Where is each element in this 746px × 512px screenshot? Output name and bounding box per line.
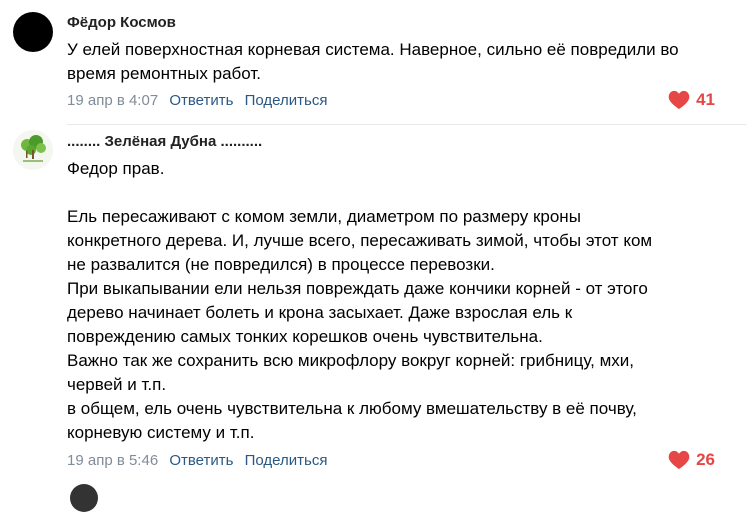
reply-button[interactable]: Ответить: [169, 92, 233, 109]
like-button[interactable]: 41: [668, 90, 715, 110]
tree-logo-icon: [13, 130, 53, 170]
comment-meta: 19 апр в 4:07 Ответить Поделиться: [67, 92, 334, 109]
like-button[interactable]: 26: [668, 450, 715, 470]
like-count: 41: [696, 90, 715, 109]
comment-time[interactable]: 19 апр в 4:07: [67, 92, 158, 109]
comment-text: У елей поверхностная корневая система. Н…: [67, 40, 679, 83]
comment-meta: 19 апр в 5:46 Ответить Поделиться: [67, 452, 334, 469]
reply-button[interactable]: Ответить: [169, 452, 233, 469]
share-button[interactable]: Поделиться: [245, 92, 328, 109]
comment-author[interactable]: Фёдор Космов: [67, 14, 176, 31]
divider: [67, 124, 746, 125]
share-button[interactable]: Поделиться: [245, 452, 328, 469]
like-count: 26: [696, 450, 715, 469]
avatar[interactable]: [13, 130, 53, 170]
comment-text: Федор прав. Ель пересаживают с комом зем…: [67, 159, 653, 442]
comment-time[interactable]: 19 апр в 5:46: [67, 452, 158, 469]
heart-icon: [668, 90, 690, 110]
avatar[interactable]: [13, 12, 53, 52]
avatar[interactable]: [70, 484, 98, 512]
comment-author[interactable]: ........ Зелёная Дубна ..........: [67, 133, 262, 150]
heart-icon: [668, 450, 690, 470]
